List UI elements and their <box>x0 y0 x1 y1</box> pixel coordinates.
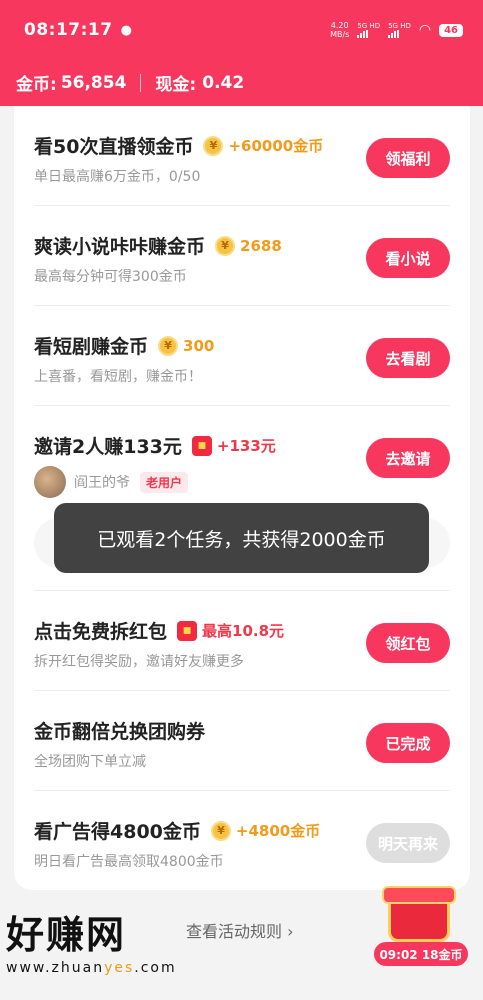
task-subtitle: 全场团购下单立减 <box>34 754 146 770</box>
status-time: 08:17:17 <box>24 20 113 40</box>
claim-welfare-button[interactable]: 领福利 <box>366 138 450 178</box>
task-title: 看50次直播领金币 <box>34 136 194 158</box>
user-name: 阎王的爷 <box>74 475 130 491</box>
coin-icon: ¥ <box>203 135 224 156</box>
wechat-icon: ● <box>120 22 132 38</box>
invite-button[interactable]: 去邀请 <box>366 438 450 478</box>
task-subtitle: 明日看广告最高领取4800金币 <box>34 854 224 870</box>
watermark-url-c: .com <box>134 960 177 976</box>
coin-icon: ¥ <box>210 820 231 841</box>
gift-timer: 09:02 18金币 <box>374 942 468 966</box>
task-title: 爽读小说咔咔赚金币 <box>34 236 206 258</box>
status-bar: 08:17:17 ● 4.20 MB/s 5G HD 5G HD ◠ 46 <box>24 12 463 48</box>
task-reward: 2688 <box>240 236 282 255</box>
coins-label: 金币: <box>16 75 57 95</box>
cash-label: 现金: <box>155 75 197 95</box>
watermark-url-b: yes <box>104 960 135 976</box>
completed-button[interactable]: 已完成 <box>366 723 450 763</box>
gift-lid <box>382 886 456 904</box>
signal-1-label: 5G HD <box>357 22 381 30</box>
balance-bar: 金币: 56,854 现金: 0.42 <box>16 70 245 96</box>
task-reward: +60000金币 <box>228 137 324 155</box>
coin-icon: ¥ <box>158 335 179 356</box>
task-title: 看短剧赚金币 <box>34 336 149 358</box>
task-title: 邀请2人赚133元 <box>34 436 182 458</box>
red-packet-icon: ■ <box>191 435 212 456</box>
cash-value: 0.42 <box>202 72 245 93</box>
task-reward: +4800金币 <box>235 822 321 840</box>
reward-toast: 已观看2个任务，共获得2000金币 <box>54 503 429 573</box>
signal-2: 5G HD <box>388 22 411 38</box>
task-reward: +133元 <box>216 437 276 455</box>
coins-value: 56,854 <box>60 72 127 93</box>
read-novel-button[interactable]: 看小说 <box>366 238 450 278</box>
task-row: 金币翻倍兑换团购券 全场团购下单立减 已完成 <box>34 691 450 791</box>
task-row: 看广告得4800金币 ¥ +4800金币 明日看广告最高领取4800金币 明天再… <box>34 791 450 891</box>
task-row: 看50次直播领金币 ¥ +60000金币 单日最高赚6万金币，0/50 领福利 <box>34 106 450 206</box>
signal-bars-icon <box>388 30 400 38</box>
task-row: 爽读小说咔咔赚金币 ¥ 2688 最高每分钟可得300金币 看小说 <box>34 206 450 306</box>
signal-1: 5G HD <box>357 22 380 38</box>
task-list-card: 看50次直播领金币 ¥ +60000金币 单日最高赚6万金币，0/50 领福利 … <box>14 106 470 890</box>
task-subtitle: 最高每分钟可得300金币 <box>34 269 187 285</box>
speed-unit: MB/s <box>330 30 350 39</box>
divider <box>140 73 142 92</box>
task-reward: 300 <box>183 336 215 355</box>
site-watermark: 好赚网 www.zhuanyes.com <box>6 912 177 976</box>
wifi-icon: ◠ <box>418 22 432 38</box>
come-tomorrow-button[interactable]: 明天再来 <box>366 823 450 863</box>
task-title: 看广告得4800金币 <box>34 821 201 843</box>
signal-bars-icon <box>357 30 369 38</box>
task-row: 看短剧赚金币 ¥ 300 上喜番，看短剧，赚金币！ 去看剧 <box>34 306 450 406</box>
watermark-url-a: www.zhuan <box>6 960 105 976</box>
task-title: 点击免费拆红包 <box>34 621 168 643</box>
speed-value: 4.20 <box>330 21 349 30</box>
top-header: 08:17:17 ● 4.20 MB/s 5G HD 5G HD ◠ 46 金币… <box>0 0 483 106</box>
avatar <box>34 466 66 498</box>
task-subtitle: 单日最高赚6万金币，0/50 <box>34 169 201 185</box>
gift-box-widget[interactable]: 09:02 18金币 <box>374 884 468 970</box>
signal-2-label: 5G HD <box>388 22 411 30</box>
red-packet-icon: ■ <box>177 620 198 641</box>
user-tag: 老用户 <box>140 471 189 493</box>
battery-indicator: 46 <box>439 23 463 37</box>
watch-drama-button[interactable]: 去看剧 <box>366 338 450 378</box>
task-row: 点击免费拆红包 ■ 最高10.8元 拆开红包得奖励，邀请好友赚更多 领红包 <box>34 591 450 691</box>
task-subtitle: 上喜番，看短剧，赚金币！ <box>34 369 202 385</box>
claim-red-packet-button[interactable]: 领红包 <box>366 623 450 663</box>
activity-rules-link[interactable]: 查看活动规则 › <box>186 918 294 942</box>
coin-icon: ¥ <box>215 235 236 256</box>
task-subtitle: 拆开红包得奖励，邀请好友赚更多 <box>34 654 244 670</box>
watermark-brand: 好赚网 <box>6 913 127 957</box>
task-reward: 最高10.8元 <box>202 622 285 640</box>
network-speed: 4.20 MB/s <box>330 21 349 39</box>
watermark-url: www.zhuanyes.com <box>6 960 177 976</box>
task-title: 金币翻倍兑换团购券 <box>34 721 206 743</box>
